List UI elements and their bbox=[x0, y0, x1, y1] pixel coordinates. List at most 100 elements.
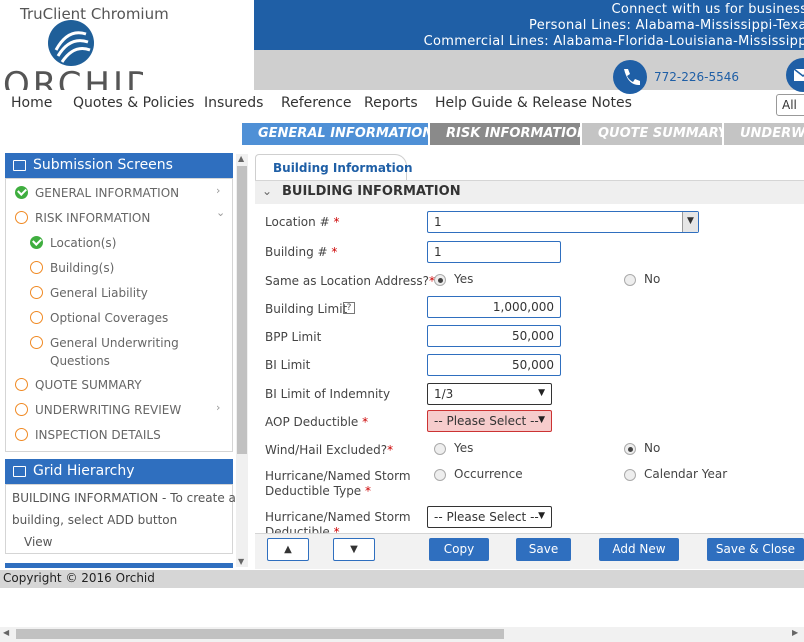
caret-down-icon: ▼ bbox=[538, 511, 545, 521]
tab-building-information[interactable]: Building Information bbox=[255, 154, 413, 181]
submission-screens-header: Submission Screens bbox=[5, 153, 233, 179]
mail-icon[interactable] bbox=[786, 58, 804, 92]
section-title: BUILDING INFORMATION bbox=[282, 184, 461, 199]
sidebar-item-quote-summary[interactable]: QUOTE SUMMARY bbox=[35, 378, 142, 392]
sidebar-item-general-liability[interactable]: General Liability bbox=[50, 286, 148, 300]
move-down-button[interactable]: ▼ bbox=[333, 538, 375, 561]
nav-insureds[interactable]: Insureds bbox=[204, 95, 263, 111]
nav-home[interactable]: Home bbox=[11, 95, 52, 111]
sidebar-item-general-underwriting-line2[interactable]: Questions bbox=[50, 354, 110, 368]
bi-indemnity-label: BI Limit of Indemnity bbox=[265, 387, 391, 401]
scroll-right-icon[interactable]: ▶ bbox=[792, 628, 798, 637]
aop-deductible-label: AOP Deductible * bbox=[265, 415, 369, 429]
save-close-button[interactable]: Save & Close bbox=[707, 538, 804, 561]
sidebar-item-inspection-details[interactable]: INSPECTION DETAILS bbox=[35, 428, 161, 442]
building-number-input[interactable]: 1 bbox=[427, 241, 561, 263]
orchid-logo-icon bbox=[48, 20, 94, 66]
grid-hierarchy-header: Grid Hierarchy bbox=[5, 459, 233, 485]
scroll-left-icon[interactable]: ◀ bbox=[3, 628, 9, 637]
chevron-down-icon[interactable]: ⌄ bbox=[262, 184, 272, 198]
bi-limit-input[interactable]: 50,000 bbox=[427, 354, 561, 376]
caret-down-icon: ▼ bbox=[538, 415, 545, 425]
step-quote-summary[interactable]: QUOTE SUMMARY bbox=[582, 123, 727, 145]
same-address-label: Same as Location Address?* bbox=[265, 274, 436, 288]
wind-hail-yes-radio[interactable] bbox=[434, 443, 446, 455]
step-general-information[interactable]: GENERAL INFORMATION bbox=[242, 123, 433, 145]
bi-indemnity-value: 1/3 bbox=[434, 387, 454, 401]
aop-deductible-select[interactable]: -- Please Select -- ▼ bbox=[427, 410, 552, 432]
banner-line-3: Commercial Lines: Alabama-Florida-Louisi… bbox=[423, 34, 804, 49]
scroll-down-icon[interactable]: ▼ bbox=[238, 557, 244, 566]
circle-pending-icon bbox=[30, 311, 43, 324]
bpp-limit-label: BPP Limit bbox=[265, 330, 322, 344]
nav-reports[interactable]: Reports bbox=[364, 95, 418, 111]
sidebar-item-optional-coverages[interactable]: Optional Coverages bbox=[50, 311, 168, 325]
check-circle-icon bbox=[15, 186, 28, 199]
sidebar-item-risk-information[interactable]: RISK INFORMATION bbox=[35, 211, 150, 225]
scroll-up-icon[interactable]: ▲ bbox=[238, 154, 244, 163]
phone-number[interactable]: 772-226-5546 bbox=[654, 70, 739, 84]
app-title: TruClient Chromium bbox=[20, 5, 169, 23]
submission-screens-title: Submission Screens bbox=[33, 157, 173, 173]
grid-view-link[interactable]: View bbox=[24, 535, 52, 549]
step-risk-information[interactable]: RISK INFORMATION bbox=[430, 123, 588, 145]
add-new-button[interactable]: Add New bbox=[599, 538, 679, 561]
bi-limit-label: BI Limit bbox=[265, 358, 311, 372]
monitor-icon bbox=[13, 160, 26, 171]
building-limit-input[interactable]: 1,000,000 bbox=[427, 296, 561, 318]
copy-button[interactable]: Copy bbox=[429, 538, 489, 561]
wind-hail-yes-label[interactable]: Yes bbox=[454, 441, 473, 455]
wind-hail-no-radio[interactable] bbox=[624, 443, 636, 455]
phone-icon[interactable] bbox=[613, 60, 647, 94]
sidebar-item-buildings[interactable]: Building(s) bbox=[50, 261, 114, 275]
hurricane-type-label-line1: Hurricane/Named Storm bbox=[265, 469, 411, 483]
circle-pending-icon bbox=[15, 378, 28, 391]
location-select[interactable]: 1 ▼ bbox=[427, 211, 699, 233]
bi-indemnity-select[interactable]: 1/3 ▼ bbox=[427, 383, 552, 405]
chevron-right-icon[interactable]: › bbox=[216, 401, 220, 414]
same-address-yes-radio[interactable] bbox=[434, 274, 446, 286]
wind-hail-no-label[interactable]: No bbox=[644, 441, 660, 455]
horizontal-scroll-thumb[interactable] bbox=[16, 629, 504, 639]
banner-line-1: Connect with us for business in t bbox=[611, 2, 804, 17]
save-button[interactable]: Save bbox=[516, 538, 571, 561]
circle-pending-icon bbox=[15, 403, 28, 416]
same-address-yes-label[interactable]: Yes bbox=[454, 272, 473, 286]
grid-hint-line-2: building, select ADD button bbox=[12, 513, 178, 527]
move-up-button[interactable]: ▲ bbox=[267, 538, 309, 561]
help-icon[interactable]: ? bbox=[343, 302, 355, 314]
aop-deductible-value: -- Please Select -- bbox=[434, 414, 539, 428]
sidebar-item-general-underwriting[interactable]: General Underwriting bbox=[50, 336, 179, 350]
calendar-year-radio[interactable] bbox=[624, 469, 636, 481]
nav-help-guide[interactable]: Help Guide & Release Notes bbox=[435, 95, 632, 111]
nav-quotes-policies[interactable]: Quotes & Policies bbox=[73, 95, 194, 111]
hurricane-deductible-value: -- Please Select -- bbox=[434, 510, 539, 524]
dropdown-button[interactable]: ▼ bbox=[682, 212, 698, 232]
hurricane-deductible-label-line2: Deductible * bbox=[265, 525, 340, 533]
sidebar-item-general-information[interactable]: GENERAL INFORMATION bbox=[35, 186, 179, 200]
occurrence-label[interactable]: Occurrence bbox=[454, 467, 523, 481]
calendar-year-label[interactable]: Calendar Year bbox=[644, 467, 727, 481]
building-limit-label: Building Limit bbox=[265, 302, 348, 316]
banner-line-2: Personal Lines: Alabama-Mississippi-Texa… bbox=[529, 18, 804, 33]
occurrence-radio[interactable] bbox=[434, 469, 446, 481]
chevron-down-icon[interactable]: ⌄ bbox=[216, 206, 225, 219]
search-scope-select[interactable]: All bbox=[776, 94, 804, 116]
check-circle-icon bbox=[30, 236, 43, 249]
bpp-limit-input[interactable]: 50,000 bbox=[427, 325, 561, 347]
same-address-no-radio[interactable] bbox=[624, 274, 636, 286]
nav-reference[interactable]: Reference bbox=[281, 95, 352, 111]
circle-pending-icon bbox=[15, 428, 28, 441]
chevron-right-icon[interactable]: › bbox=[216, 184, 220, 197]
hurricane-type-label-line2: Deductible Type * bbox=[265, 484, 372, 498]
same-address-no-label[interactable]: No bbox=[644, 272, 660, 286]
hurricane-deductible-select[interactable]: -- Please Select -- ▼ bbox=[427, 506, 552, 528]
caret-down-icon: ▼ bbox=[687, 216, 694, 226]
footer-copyright: Copyright © 2016 Orchid bbox=[0, 570, 804, 588]
sidebar-scroll-thumb[interactable] bbox=[237, 166, 247, 454]
sidebar-item-underwriting-review[interactable]: UNDERWRITING REVIEW bbox=[35, 403, 181, 417]
logo-wordmark: ORCHID bbox=[3, 65, 143, 90]
sidebar-item-locations[interactable]: Location(s) bbox=[50, 236, 116, 250]
location-label: Location # * bbox=[265, 215, 340, 229]
step-underwriting[interactable]: UNDERWRI bbox=[724, 123, 804, 145]
